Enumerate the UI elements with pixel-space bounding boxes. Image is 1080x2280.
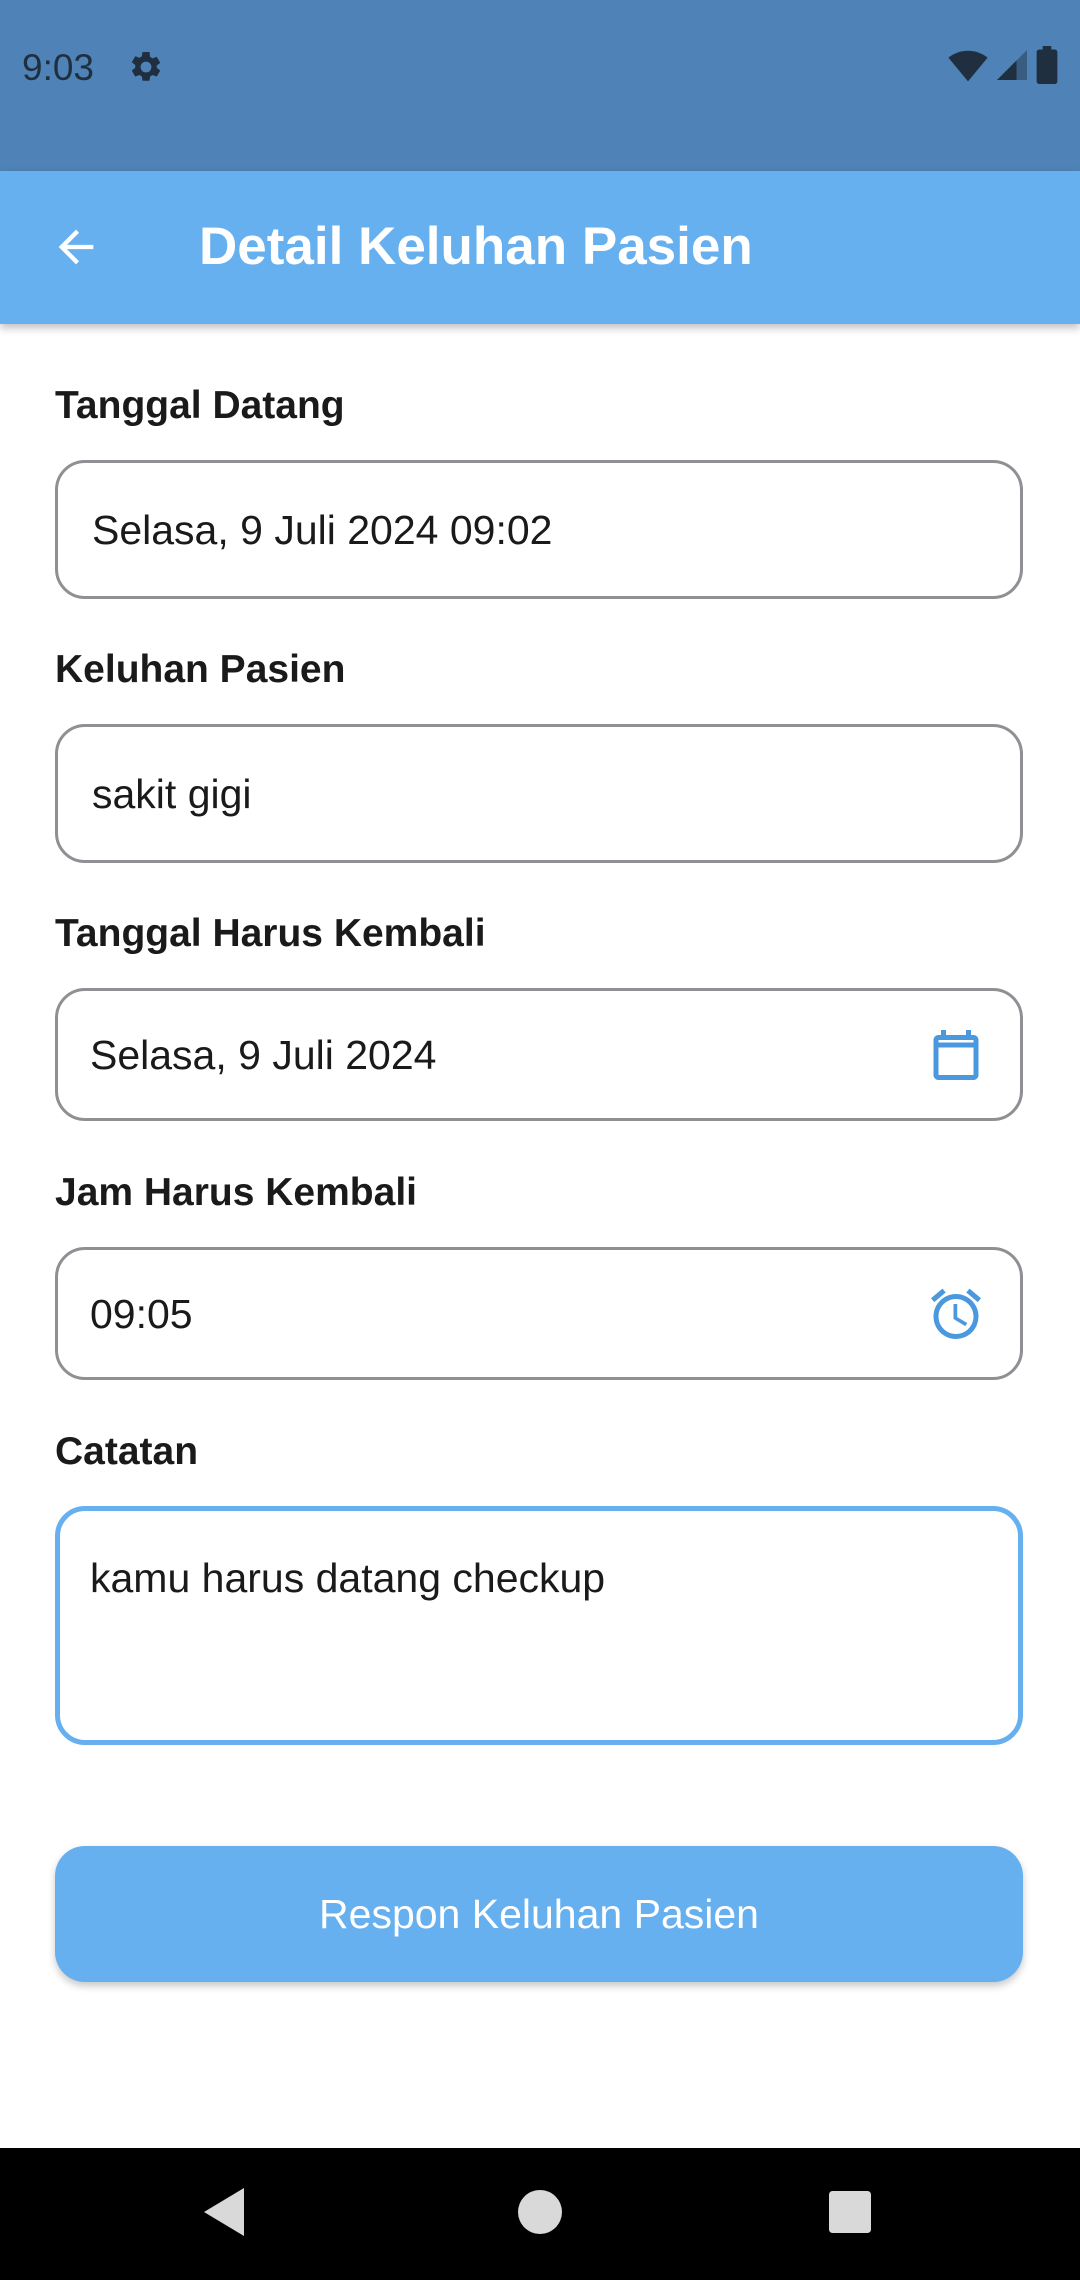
respon-keluhan-button[interactable]: Respon Keluhan Pasien xyxy=(55,1846,1023,1982)
tanggal-kembali-field[interactable]: Selasa, 9 Juli 2024 xyxy=(55,988,1023,1121)
tanggal-kembali-label: Tanggal Harus Kembali xyxy=(55,912,486,955)
jam-kembali-value: 09:05 xyxy=(90,1290,193,1337)
catatan-value: kamu harus datang checkup xyxy=(90,1555,606,1601)
status-icons xyxy=(948,46,1058,89)
nav-back-button[interactable] xyxy=(188,2176,264,2252)
tanggal-datang-label: Tanggal Datang xyxy=(55,384,345,427)
alarm-clock-icon[interactable] xyxy=(926,1284,986,1344)
status-bar: 9:03 xyxy=(0,0,1080,171)
nav-home-button[interactable] xyxy=(502,2176,578,2252)
tanggal-datang-field[interactable]: Selasa, 9 Juli 2024 09:02 xyxy=(55,460,1023,599)
catatan-textarea[interactable]: kamu harus datang checkup xyxy=(55,1506,1023,1745)
keluhan-pasien-label: Keluhan Pasien xyxy=(55,648,346,691)
recents-square-icon xyxy=(829,2190,871,2238)
wifi-icon xyxy=(948,47,988,88)
back-button[interactable] xyxy=(36,211,116,287)
signal-icon xyxy=(994,47,1030,88)
app-bar: Detail Keluhan Pasien xyxy=(0,171,1080,324)
catatan-label: Catatan xyxy=(55,1430,199,1473)
back-triangle-icon xyxy=(204,2187,248,2241)
page-title: Detail Keluhan Pasien xyxy=(199,217,753,276)
tanggal-datang-value: Selasa, 9 Juli 2024 09:02 xyxy=(92,506,553,553)
status-time: 9:03 xyxy=(22,47,95,88)
home-circle-icon xyxy=(518,2189,562,2239)
keluhan-pasien-field[interactable]: sakit gigi xyxy=(55,724,1023,863)
nav-recents-button[interactable] xyxy=(812,2176,888,2252)
system-nav-bar xyxy=(0,2148,1080,2280)
arrow-back-icon xyxy=(50,221,102,278)
calendar-icon[interactable] xyxy=(926,1025,986,1085)
respon-keluhan-button-label: Respon Keluhan Pasien xyxy=(319,1891,759,1937)
keluhan-pasien-value: sakit gigi xyxy=(92,770,252,817)
battery-icon xyxy=(1036,46,1058,89)
jam-kembali-field[interactable]: 09:05 xyxy=(55,1247,1023,1380)
gear-icon xyxy=(128,49,164,85)
tanggal-kembali-value: Selasa, 9 Juli 2024 xyxy=(90,1031,437,1078)
jam-kembali-label: Jam Harus Kembali xyxy=(55,1171,417,1214)
